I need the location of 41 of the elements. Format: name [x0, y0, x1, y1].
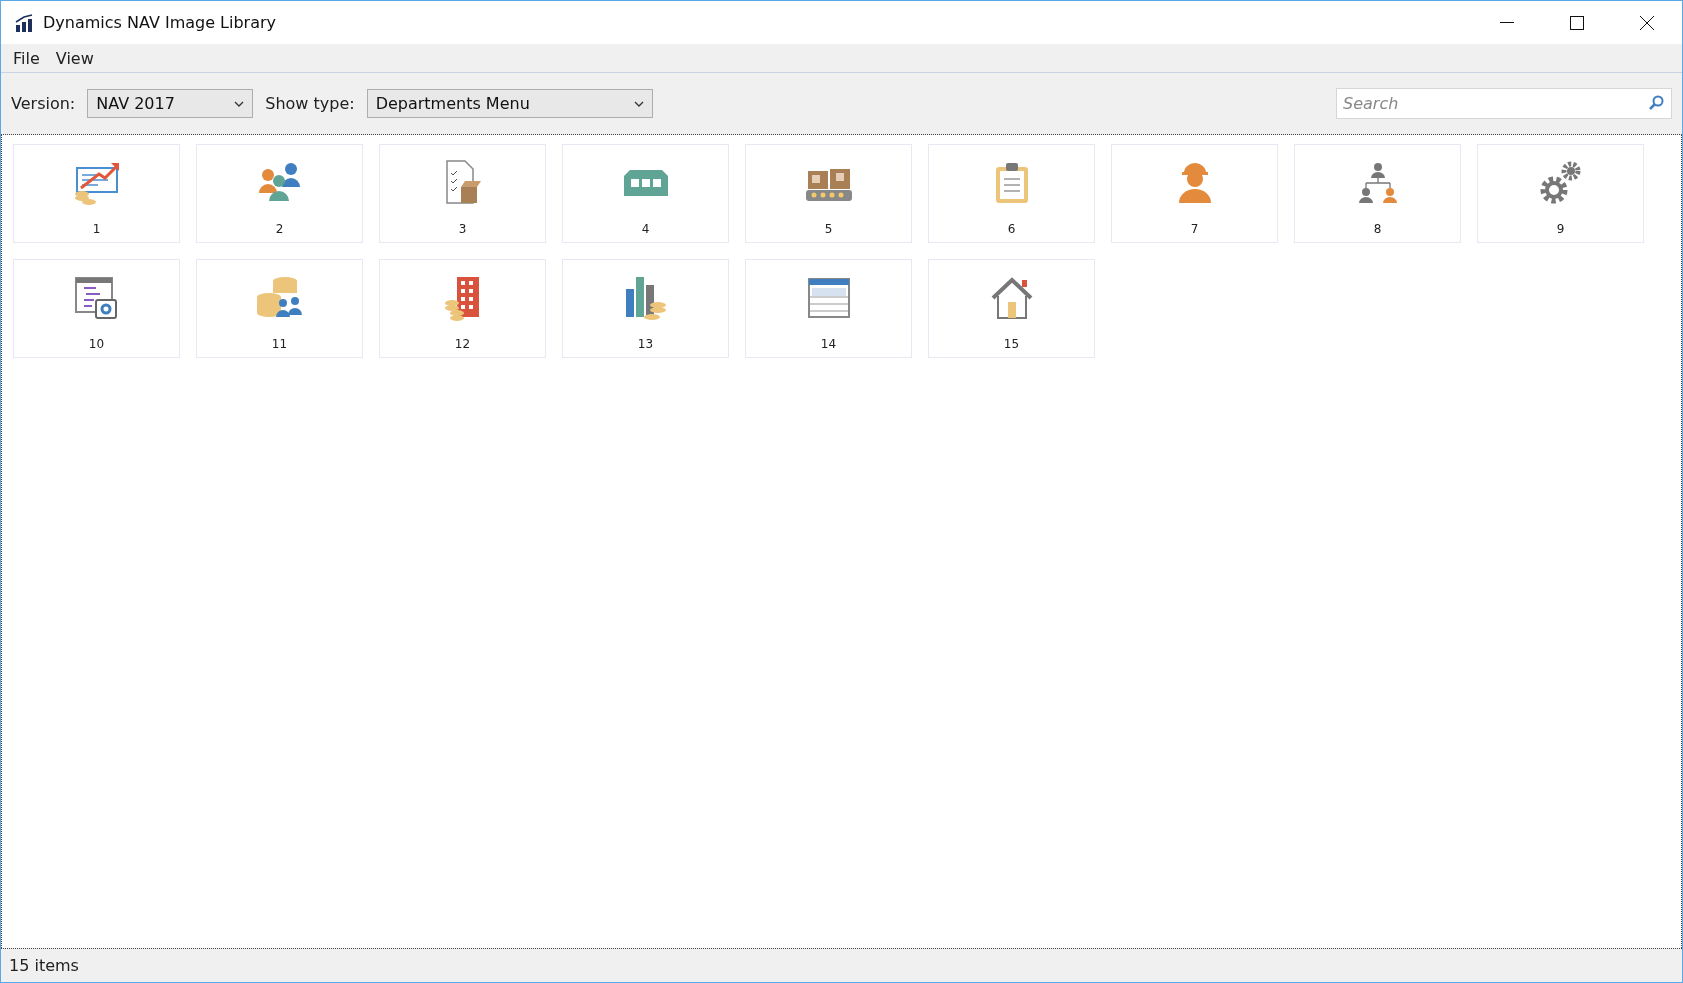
- minimize-icon: [1500, 21, 1514, 24]
- image-tile[interactable]: 14: [745, 259, 912, 358]
- house-icon: [989, 276, 1034, 320]
- image-tile[interactable]: 5: [745, 144, 912, 243]
- image-tile[interactable]: 4: [562, 144, 729, 243]
- image-tile[interactable]: 1: [13, 144, 180, 243]
- image-tile[interactable]: 2: [196, 144, 363, 243]
- maximize-icon: [1570, 15, 1584, 30]
- version-label: Version:: [11, 94, 76, 113]
- image-tile[interactable]: 13: [562, 259, 729, 358]
- image-tile[interactable]: 15: [928, 259, 1095, 358]
- image-tile[interactable]: 7: [1111, 144, 1278, 243]
- image-tile[interactable]: 3: [379, 144, 546, 243]
- bars-icon: [623, 275, 668, 321]
- image-tile[interactable]: 8: [1294, 144, 1461, 243]
- orgchart-icon: [1356, 162, 1399, 204]
- clipboard-icon: [993, 161, 1030, 205]
- image-tile[interactable]: 12: [379, 259, 546, 358]
- table-icon: [807, 278, 850, 318]
- image-tile[interactable]: 9: [1477, 144, 1644, 243]
- dropdown-caret-icon: [234, 100, 245, 107]
- window-title: Dynamics NAV Image Library: [43, 13, 278, 32]
- gears-icon: [1538, 160, 1583, 206]
- tablesettings-icon: [73, 276, 120, 320]
- menu-item[interactable]: File: [7, 46, 46, 70]
- show-type-dropdown[interactable]: Departments Menu: [366, 89, 653, 118]
- menu-item[interactable]: View: [49, 46, 100, 70]
- image-tile[interactable]: 11: [196, 259, 363, 358]
- bar-chart-icon: [15, 13, 33, 32]
- search-icon[interactable]: [1648, 95, 1664, 111]
- report-icon: [72, 160, 121, 206]
- status-text: 15 items: [9, 956, 79, 975]
- image-tile[interactable]: 10: [13, 259, 180, 358]
- image-tile[interactable]: 6: [928, 144, 1095, 243]
- version-dropdown[interactable]: NAV 2017: [87, 89, 254, 118]
- dropdown-caret-icon: [633, 100, 644, 107]
- warehouse-icon: [621, 168, 670, 198]
- worker-icon: [1176, 161, 1213, 205]
- search-field[interactable]: Search: [1336, 88, 1672, 119]
- close-icon: [1640, 15, 1654, 30]
- show-type-label: Show type:: [265, 94, 355, 113]
